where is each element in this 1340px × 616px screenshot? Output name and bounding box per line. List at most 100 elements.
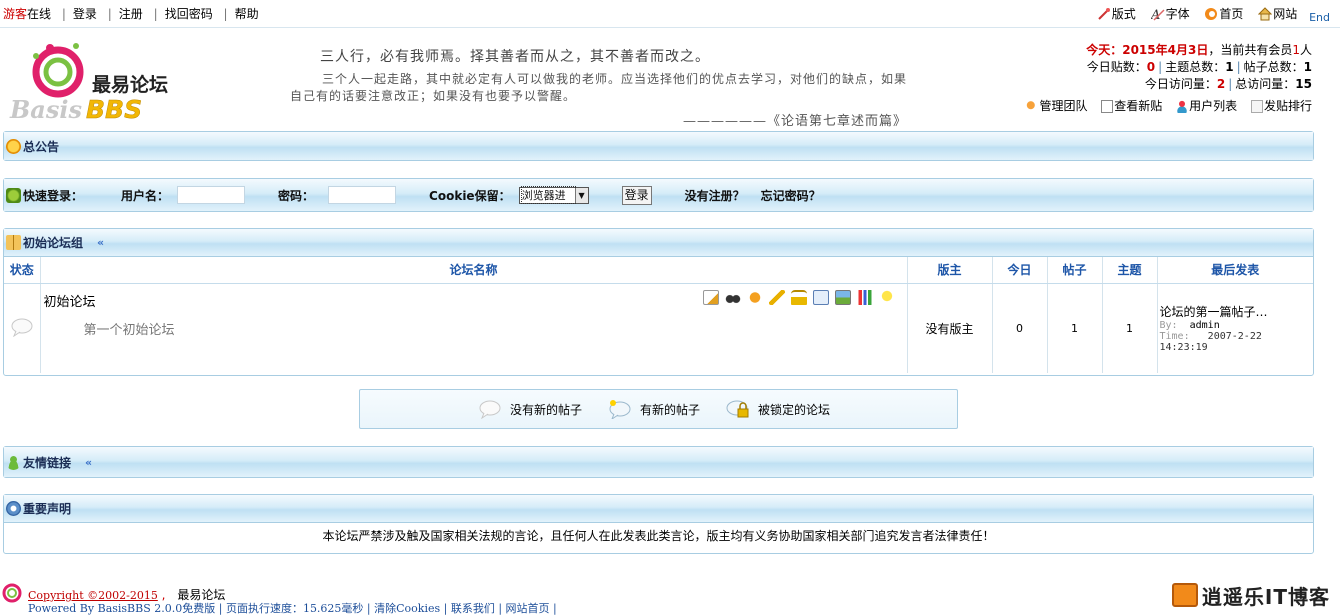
- friend-links-bar[interactable]: 友情链接 «: [4, 447, 1313, 477]
- logo-brand-text: 最易论坛: [92, 74, 169, 96]
- locked-forum-icon: [726, 399, 750, 419]
- quote-source: ——————《论语第七章述而篇》: [682, 114, 907, 129]
- topics-cell: 1: [1102, 283, 1158, 373]
- watermark-logo-icon: [1171, 583, 1198, 607]
- chart-icon[interactable]: [856, 289, 873, 305]
- col-forum-name: 论坛名称: [40, 257, 908, 284]
- home-link[interactable]: 首页: [1204, 5, 1243, 22]
- info-icon: [6, 501, 21, 516]
- legend-locked: 被锁定的论坛: [726, 399, 830, 419]
- forum-group-box: 初始论坛组 « 状态 论坛名称 版主 今日 帖子 主题 最后发表 初始论坛 第一…: [3, 228, 1314, 376]
- no-account-link[interactable]: 没有注册？: [685, 187, 745, 204]
- moderator-cell: 没有版主: [907, 283, 993, 373]
- last-post-cell: 论坛的第一篇帖子… By: admin Time: 2007-2-22 14:2…: [1159, 305, 1268, 354]
- font-icon: A: [1150, 7, 1165, 23]
- quote-title: 三人行，必有我师焉。择其善者而从之，其不善者而改之。: [320, 49, 710, 65]
- ranking-link[interactable]: 发贴排行: [1250, 98, 1312, 115]
- forum-table-header: 状态 论坛名称 版主 今日 帖子 主题 最后发表: [4, 257, 1313, 284]
- posts-total-value: 1: [1303, 60, 1312, 74]
- edit-icon[interactable]: [702, 289, 719, 305]
- watermark: 逍遥乐IT博客: [1171, 580, 1330, 610]
- bulb-icon[interactable]: [878, 289, 895, 305]
- login-button[interactable]: 登录: [621, 185, 652, 205]
- col-today: 今日: [992, 257, 1048, 284]
- help-link[interactable]: 帮助: [235, 7, 259, 21]
- quick-login-box: 快速登录： 用户名： 密码： Cookie保留： 浏览器进 ▼ 登录 没有注册？…: [3, 178, 1314, 212]
- forum-table: 状态 论坛名称 版主 今日 帖子 主题 最后发表 初始论坛 第一个初始论坛 没有…: [4, 257, 1313, 373]
- announcement-bar[interactable]: 总公告: [4, 132, 1313, 160]
- col-moderator: 版主: [907, 257, 993, 284]
- declaration-text: 本论坛严禁涉及触及国家相关法规的言论，且任何人在此发表此类言论，版主均有义务协助…: [4, 523, 1313, 549]
- cookie-select[interactable]: 浏览器进 ▼: [518, 186, 589, 204]
- last-post-author[interactable]: admin: [1190, 320, 1220, 331]
- forum-stats: 今天：2015年4月3日，当前共有会员1人 今日贴数：0 | 主题总数：1 | 帖子总数…: [1016, 42, 1312, 118]
- forum-group-bar[interactable]: 初始论坛组 «: [4, 229, 1313, 257]
- collapse-icon[interactable]: «: [85, 456, 92, 469]
- last-post-link[interactable]: 论坛的第一篇帖子…: [1160, 305, 1268, 319]
- end-link[interactable]: End: [1309, 11, 1330, 24]
- quick-login-title: 快速登录：: [23, 188, 84, 203]
- col-topics: 主题: [1102, 257, 1158, 284]
- new-posts-bubble-icon: [608, 399, 632, 421]
- style-link[interactable]: 版式: [1097, 5, 1136, 22]
- forum-action-icons: [702, 289, 895, 305]
- logo-basis-text: Basis: [9, 95, 82, 120]
- user-list-link[interactable]: 用户列表: [1176, 98, 1237, 115]
- forum-description: 第一个初始论坛: [83, 322, 175, 338]
- guest-label: 游客: [3, 7, 28, 21]
- posts-today-value: 0: [1146, 60, 1156, 74]
- topics-total-value: 1: [1225, 60, 1234, 74]
- hand-icon[interactable]: [746, 289, 763, 305]
- image-icon[interactable]: [834, 289, 851, 305]
- footer-powered-line[interactable]: Powered By BasisBBS 2.0.0免费版 | 页面执行速度：15…: [28, 600, 557, 616]
- announcement-title: 总公告: [23, 139, 60, 154]
- status-legend: 没有新的帖子 有新的帖子 被锁定的论坛: [359, 389, 958, 429]
- new-posts-icon: [1101, 100, 1114, 113]
- top-right-links: 版式 A 字体 首页 网站 End: [1086, 5, 1330, 24]
- cookie-label: Cookie保留：: [429, 188, 511, 203]
- today-cell: 0: [992, 283, 1048, 373]
- username-input[interactable]: [177, 186, 246, 204]
- register-link[interactable]: 注册: [119, 7, 143, 21]
- pencil-icon[interactable]: [768, 289, 785, 305]
- no-new-posts-icon: [11, 318, 33, 338]
- lock-icon[interactable]: [790, 289, 807, 305]
- style-icon: [1097, 7, 1111, 21]
- top-left-links: 游客在线 | 登录 | 注册 | 找回密码 | 帮助: [3, 7, 259, 21]
- collapse-icon[interactable]: «: [97, 236, 104, 249]
- member-count: 1: [1292, 43, 1300, 57]
- declaration-box: 重要声明 本论坛严禁涉及触及国家相关法规的言论，且任何人在此发表此类言论，版主均…: [3, 494, 1314, 554]
- ranking-icon: [1250, 100, 1263, 113]
- new-posts-link[interactable]: 查看新贴: [1101, 98, 1162, 115]
- username-label: 用户名：: [121, 188, 170, 203]
- col-last-post: 最后发表: [1157, 257, 1313, 284]
- copy-icon[interactable]: [812, 289, 829, 305]
- home-icon: [1204, 7, 1218, 21]
- declaration-title: 重要声明: [23, 502, 72, 516]
- password-label: 密码：: [278, 188, 315, 203]
- footer: Copyright ©2002-2015 , 最易论坛 Powered By B…: [0, 580, 1340, 615]
- announcement-box: 总公告: [3, 131, 1314, 161]
- forum-name-link[interactable]: 初始论坛: [44, 291, 96, 310]
- forum-name-cell: 初始论坛 第一个初始论坛: [40, 283, 908, 373]
- today-date: 2015年4月3日: [1122, 43, 1209, 57]
- team-link[interactable]: 管理团队: [1026, 98, 1087, 115]
- font-link[interactable]: A 字体: [1150, 5, 1190, 23]
- friend-links-title: 友情链接: [23, 455, 72, 470]
- forgot-password-link[interactable]: 忘记密码？: [761, 187, 821, 204]
- declaration-bar: 重要声明: [4, 495, 1313, 523]
- website-link[interactable]: 网站: [1258, 5, 1297, 22]
- key-icon: [6, 187, 21, 203]
- forum-status-cell: [4, 283, 41, 373]
- quick-login-bar: 快速登录： 用户名： 密码： Cookie保留： 浏览器进 ▼ 登录 没有注册？…: [4, 179, 1313, 211]
- password-input[interactable]: [328, 186, 397, 204]
- login-link[interactable]: 登录: [73, 7, 97, 21]
- online-label: 在线: [27, 7, 52, 21]
- binoculars-icon[interactable]: [724, 289, 741, 305]
- website-icon: [1258, 6, 1273, 21]
- header: Basis BBS 最易论坛 三人行，必有我师焉。择其善者而从之，其不善者而改之…: [0, 30, 1340, 129]
- friend-links-box: 友情链接 «: [3, 446, 1314, 478]
- site-logo[interactable]: Basis BBS 最易论坛: [8, 38, 178, 124]
- find-password-link[interactable]: 找回密码: [165, 7, 213, 21]
- footer-logo-icon: [2, 583, 22, 603]
